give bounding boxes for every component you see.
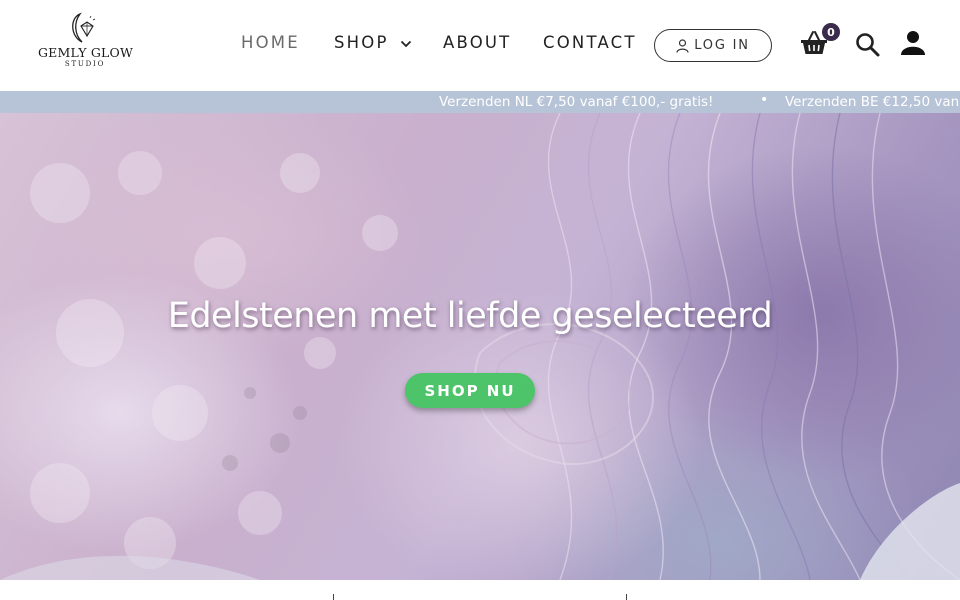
user-outline-icon <box>676 38 689 53</box>
nav-home[interactable]: HOME <box>241 33 300 52</box>
hero-banner: Edelstenen met liefde geselecteerd SHOP … <box>0 113 960 580</box>
chevron-down-icon <box>400 40 412 47</box>
features-strip <box>0 580 960 600</box>
shop-now-button[interactable]: SHOP NU <box>405 373 535 408</box>
nav-shop[interactable]: SHOP <box>334 33 412 52</box>
announcement-text: Verzenden BE €12,50 van <box>785 94 960 110</box>
nav-shop-label: SHOP <box>334 33 389 52</box>
login-label: LOG IN <box>694 38 750 53</box>
nav-contact[interactable]: CONTACT <box>543 33 637 52</box>
cart-count-badge: 0 <box>822 23 840 41</box>
announcement-separator: • <box>760 92 769 108</box>
logo-subtext: STUDIO <box>64 60 106 68</box>
logo-text: GEMLY GLOW <box>38 45 134 60</box>
login-button[interactable]: LOG IN <box>654 29 772 62</box>
agate-background-image <box>0 113 960 580</box>
site-logo[interactable]: GEMLY GLOW STUDIO <box>38 12 134 74</box>
divider <box>333 594 334 600</box>
announcement-bar: Verzenden NL €7,50 vanaf €100,- gratis! … <box>0 91 960 113</box>
divider <box>626 594 627 600</box>
site-header: GEMLY GLOW STUDIO HOME SHOP ABOUT CONTAC… <box>0 0 960 91</box>
search-icon[interactable] <box>855 32 881 58</box>
announcement-text: Verzenden NL €7,50 vanaf €100,- gratis! <box>439 94 714 110</box>
user-icon[interactable] <box>900 30 926 56</box>
cart-button[interactable]: 0 <box>800 23 840 58</box>
hero-title: Edelstenen met liefde geselecteerd <box>167 296 773 336</box>
nav-about[interactable]: ABOUT <box>443 33 511 52</box>
gem-logo-icon <box>72 12 96 43</box>
